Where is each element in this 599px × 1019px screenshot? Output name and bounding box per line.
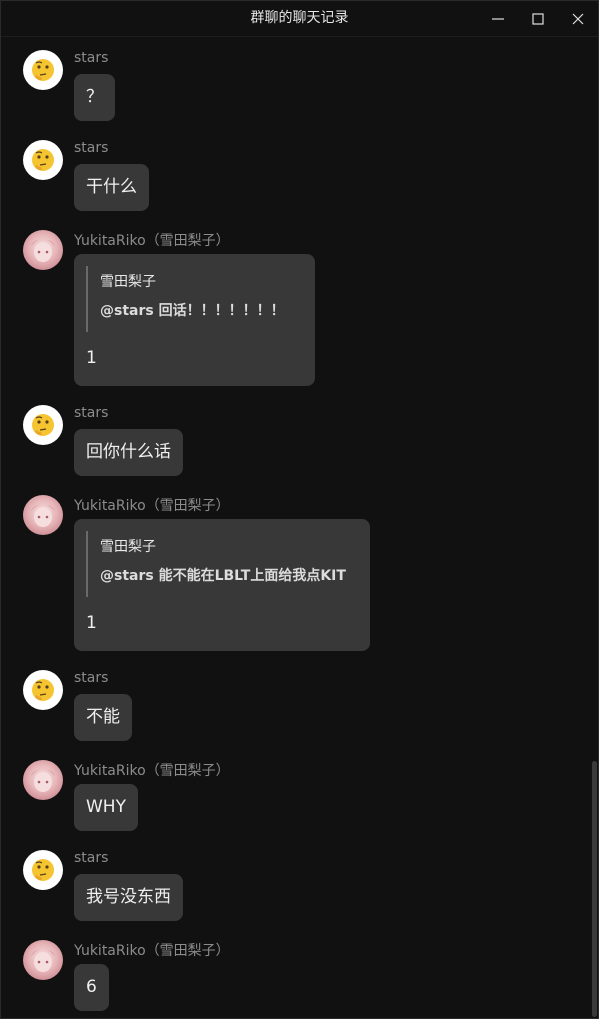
thinking-face-emoji-icon xyxy=(32,149,54,171)
message-bubble[interactable]: 干什么 xyxy=(74,164,149,211)
message-text: 1 xyxy=(86,348,97,368)
quoted-message[interactable]: 雪田梨子 @stars 回话！！！！！！！ xyxy=(86,266,285,332)
avatar[interactable] xyxy=(23,850,63,890)
message-text: 1 xyxy=(86,613,97,633)
message-bubble[interactable]: ？ xyxy=(74,74,115,121)
sender-name: stars xyxy=(74,670,109,686)
message-bubble[interactable]: 雪田梨子 @stars 回话！！！！！！！ 1 xyxy=(74,254,315,386)
minimize-button[interactable] xyxy=(478,1,518,36)
maximize-icon xyxy=(532,12,544,25)
message-bubble[interactable]: 我号没东西 xyxy=(74,874,183,921)
thinking-face-emoji-icon xyxy=(32,859,54,881)
quoted-text: @stars 能不能在LBLT上面给我点KIT xyxy=(100,568,346,584)
anime-girl-avatar-icon xyxy=(31,769,55,792)
avatar[interactable] xyxy=(23,940,63,980)
close-button[interactable] xyxy=(558,1,598,36)
message-bubble[interactable]: 不能 xyxy=(74,694,132,741)
chat-history-window: 群聊的聊天记录 stars ？ stars 干什么 YukitaRiko（雪田梨… xyxy=(0,0,599,1019)
sender-name: YukitaRiko（雪田梨子） xyxy=(74,233,230,249)
sender-name: YukitaRiko（雪田梨子） xyxy=(74,498,230,514)
scrollbar-thumb[interactable] xyxy=(592,761,597,1017)
sender-name: stars xyxy=(74,405,109,421)
quoted-author: 雪田梨子 xyxy=(100,539,156,555)
message-bubble[interactable]: 雪田梨子 @stars 能不能在LBLT上面给我点KIT 1 xyxy=(74,519,370,651)
avatar[interactable] xyxy=(23,760,63,800)
message-bubble[interactable]: 回你什么话 xyxy=(74,429,183,476)
maximize-button[interactable] xyxy=(518,1,558,36)
thinking-face-emoji-icon xyxy=(32,59,54,81)
title-bar[interactable]: 群聊的聊天记录 xyxy=(1,1,598,37)
quoted-message[interactable]: 雪田梨子 @stars 能不能在LBLT上面给我点KIT xyxy=(86,531,346,597)
sender-name: YukitaRiko（雪田梨子） xyxy=(74,763,230,779)
avatar[interactable] xyxy=(23,230,63,270)
avatar[interactable] xyxy=(23,670,63,710)
avatar[interactable] xyxy=(23,405,63,445)
sender-name: stars xyxy=(74,50,109,66)
close-icon xyxy=(572,13,584,25)
anime-girl-avatar-icon xyxy=(31,504,55,527)
avatar[interactable] xyxy=(23,140,63,180)
avatar[interactable] xyxy=(23,50,63,90)
avatar[interactable] xyxy=(23,495,63,535)
quoted-author: 雪田梨子 xyxy=(100,274,156,290)
anime-girl-avatar-icon xyxy=(31,949,55,972)
message-bubble[interactable]: WHY xyxy=(74,784,138,831)
thinking-face-emoji-icon xyxy=(32,679,54,701)
message-bubble[interactable]: 6 xyxy=(74,964,109,1011)
sender-name: stars xyxy=(74,850,109,866)
anime-girl-avatar-icon xyxy=(31,239,55,262)
thinking-face-emoji-icon xyxy=(32,414,54,436)
quoted-text: @stars 回话！！！！！！！ xyxy=(100,303,285,319)
minimize-icon xyxy=(492,13,504,25)
sender-name: YukitaRiko（雪田梨子） xyxy=(74,943,230,959)
sender-name: stars xyxy=(74,140,109,156)
